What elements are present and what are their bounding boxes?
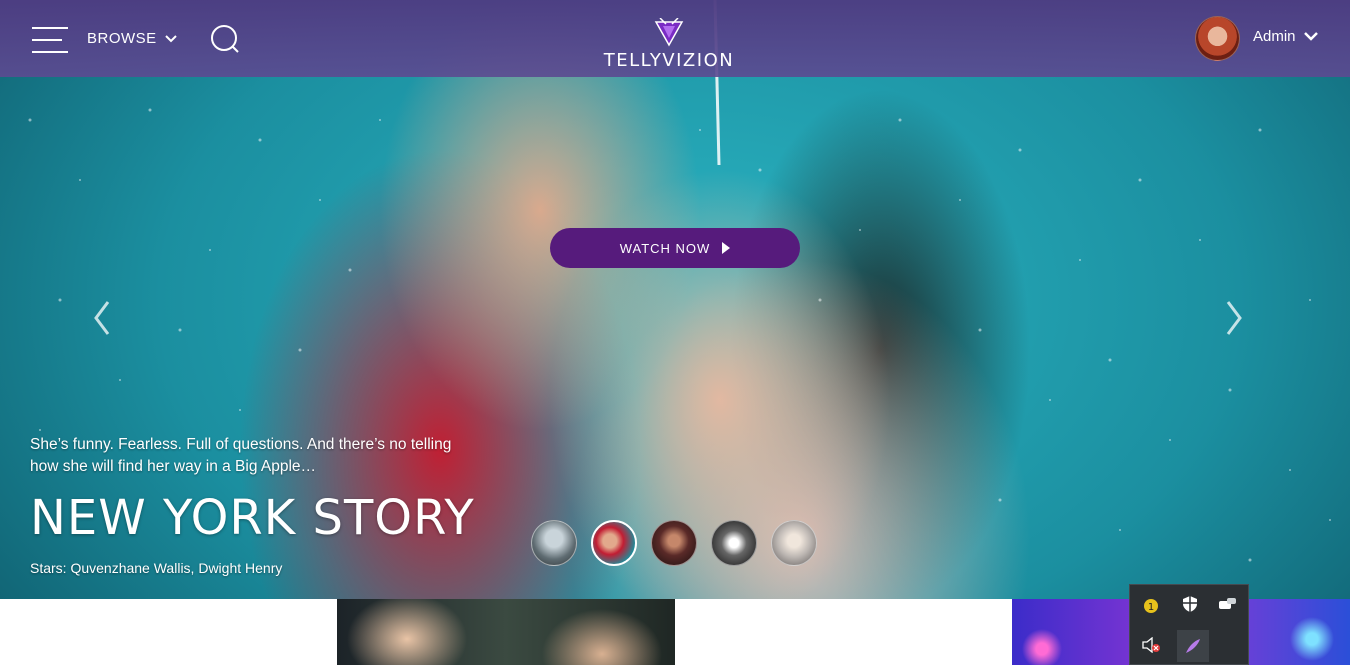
play-icon <box>722 242 731 254</box>
notification-count: 1 <box>1148 602 1154 613</box>
chevron-down-icon <box>1303 32 1318 41</box>
chat-icon[interactable] <box>1215 591 1241 617</box>
carousel-thumb-2[interactable] <box>591 520 637 566</box>
menu-icon[interactable] <box>32 27 68 53</box>
browse-label: BROWSE <box>87 30 157 47</box>
user-name: Admin <box>1253 28 1296 45</box>
speaker-muted-icon[interactable] <box>1138 632 1164 658</box>
top-navbar: BROWSE TELLYVIZION Admin <box>0 0 1350 77</box>
shield-icon[interactable] <box>1177 591 1203 617</box>
content-tile[interactable] <box>337 599 675 665</box>
notification-icon[interactable]: 1 <box>1138 593 1164 619</box>
brand-logo[interactable]: TELLYVIZION <box>584 18 754 71</box>
prev-slide-arrow[interactable] <box>90 298 114 338</box>
logo-icon <box>654 18 684 47</box>
brand-name: TELLYVIZION <box>603 50 735 71</box>
chevron-down-icon <box>164 34 177 42</box>
next-slide-arrow[interactable] <box>1222 298 1246 338</box>
hero-description: She’s funny. Fearless. Full of questions… <box>30 436 452 475</box>
carousel-thumb-1[interactable] <box>531 520 577 566</box>
watch-now-label: WATCH NOW <box>619 240 711 256</box>
browse-menu[interactable]: BROWSE <box>87 30 177 47</box>
hero-title: NEW YORK STORY <box>30 490 475 546</box>
carousel-thumb-5[interactable] <box>771 520 817 566</box>
hero-stars: Stars: Quvenzhane Wallis, Dwight Henry <box>30 560 283 576</box>
search-icon[interactable] <box>209 23 241 55</box>
carousel-thumb-3[interactable] <box>651 520 697 566</box>
watch-now-button[interactable]: WATCH NOW <box>550 228 800 268</box>
system-tray-popup: 1 <box>1129 584 1249 665</box>
carousel-thumb-4[interactable] <box>711 520 757 566</box>
feather-icon[interactable] <box>1177 630 1209 662</box>
user-menu[interactable]: Admin <box>1253 28 1318 45</box>
avatar[interactable] <box>1195 16 1240 61</box>
